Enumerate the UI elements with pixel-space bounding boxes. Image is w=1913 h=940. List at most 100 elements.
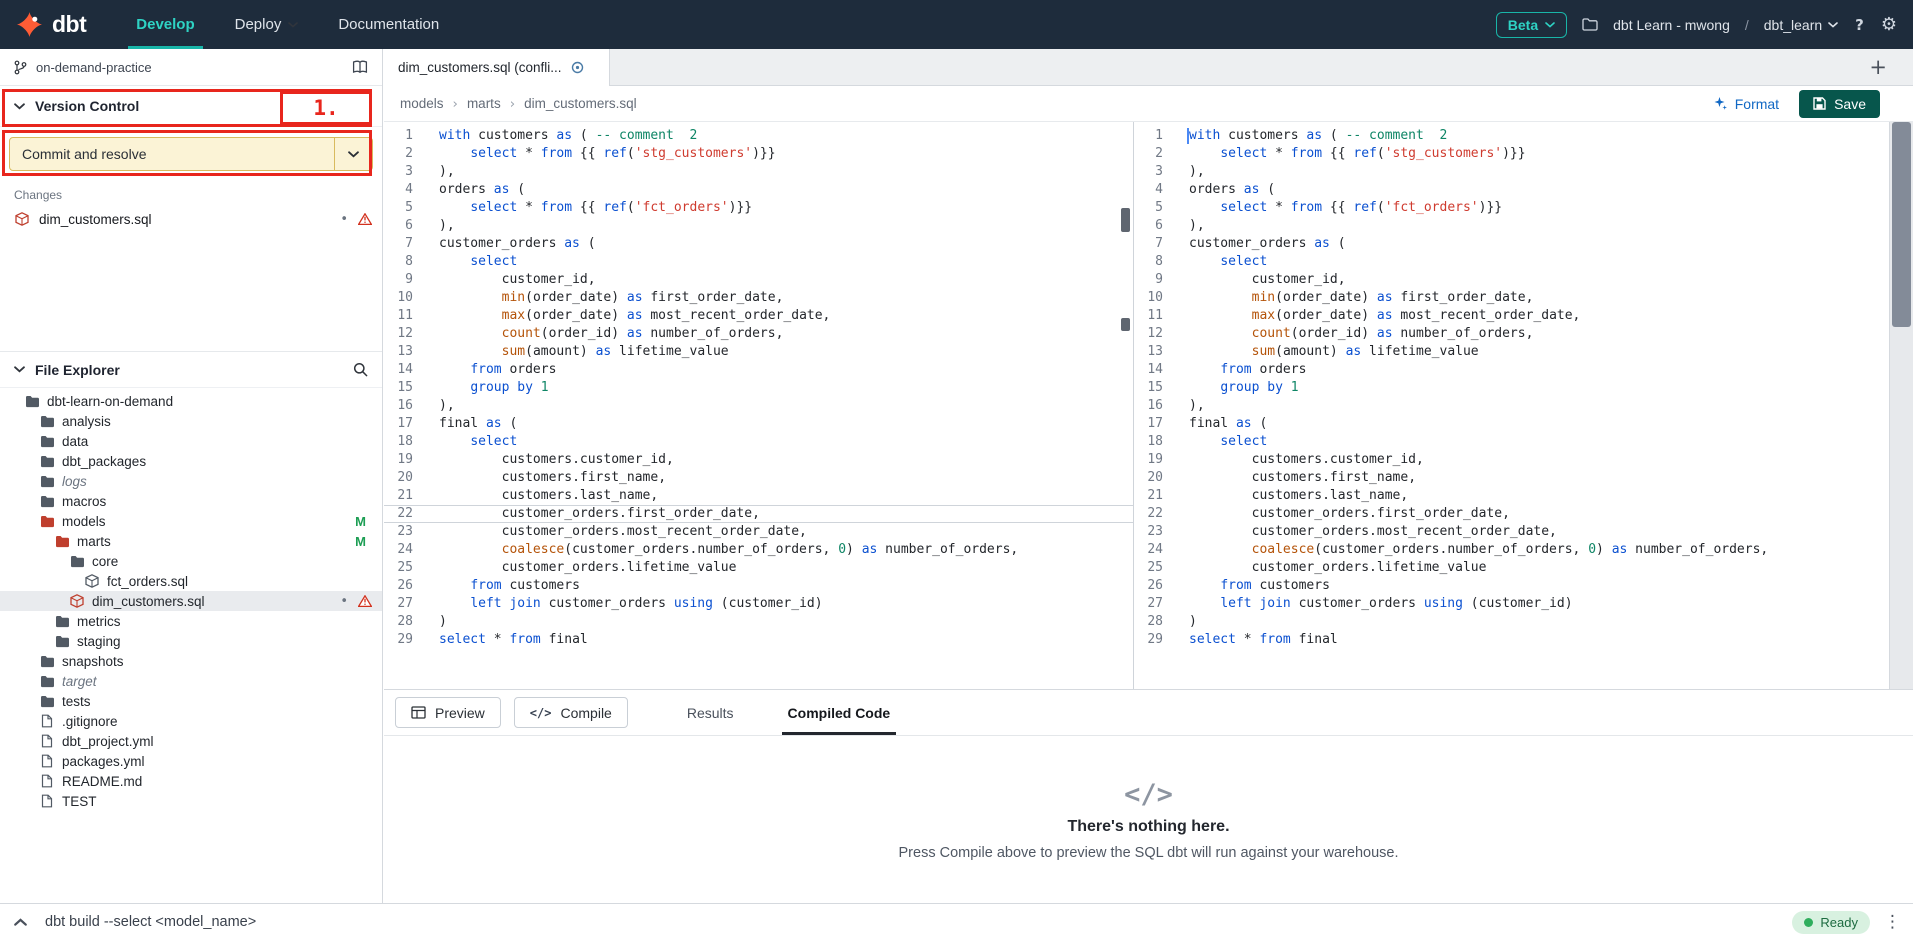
code-line[interactable]: 15 group by 1 — [384, 379, 1133, 397]
code-line[interactable]: 5 select * from {{ ref('fct_orders')}} — [384, 199, 1133, 217]
nav-item-develop[interactable]: Develop — [132, 0, 198, 49]
code-line[interactable]: 4orders as ( — [1134, 181, 1913, 199]
tree-item-TEST[interactable]: TEST — [0, 791, 382, 811]
chevron-up-icon[interactable] — [14, 918, 27, 926]
code-line[interactable]: 6), — [1134, 217, 1913, 235]
code-line[interactable]: 27 left join customer_orders using (cust… — [384, 595, 1133, 613]
code-line[interactable]: 17final as ( — [384, 415, 1133, 433]
tree-item-.gitignore[interactable]: .gitignore — [0, 711, 382, 731]
editor-pane-right[interactable]: 1with customers as ( -- comment 22 selec… — [1134, 122, 1913, 689]
code-line[interactable]: 29select * from final — [384, 631, 1133, 649]
code-line[interactable]: 26 from customers — [384, 577, 1133, 595]
account-name[interactable]: dbt Learn - mwong — [1613, 17, 1730, 33]
code-line[interactable]: 9 customer_id, — [384, 271, 1133, 289]
tree-item-staging[interactable]: staging — [0, 631, 382, 651]
code-line[interactable]: 21 customers.last_name, — [1134, 487, 1913, 505]
code-line[interactable]: 22 customer_orders.first_order_date, — [384, 505, 1133, 523]
code-line[interactable]: 17final as ( — [1134, 415, 1913, 433]
branch-row[interactable]: on-demand-practice — [0, 49, 382, 86]
code-line[interactable]: 26 from customers — [1134, 577, 1913, 595]
code-line[interactable]: 2 select * from {{ ref('stg_customers')}… — [1134, 145, 1913, 163]
tree-item-analysis[interactable]: analysis — [0, 411, 382, 431]
code-line[interactable]: 9 customer_id, — [1134, 271, 1913, 289]
project-selector[interactable]: dbt_learn — [1764, 17, 1838, 33]
conflict-indicator-icon[interactable] — [571, 61, 584, 74]
editor-scrollbar[interactable] — [1889, 122, 1913, 689]
dbt-logo-group[interactable]: dbt — [16, 11, 86, 38]
tree-item-snapshots[interactable]: snapshots — [0, 651, 382, 671]
code-line[interactable]: 18 select — [1134, 433, 1913, 451]
code-line[interactable]: 13 sum(amount) as lifetime_value — [1134, 343, 1913, 361]
code-line[interactable]: 19 customers.customer_id, — [384, 451, 1133, 469]
code-line[interactable]: 3), — [1134, 163, 1913, 181]
overflow-menu-icon[interactable]: ⋮ — [1884, 912, 1901, 932]
nav-item-documentation[interactable]: Documentation — [334, 0, 443, 49]
code-line[interactable]: 7customer_orders as ( — [1134, 235, 1913, 253]
code-line[interactable]: 21 customers.last_name, — [384, 487, 1133, 505]
code-line[interactable]: 23 customer_orders.most_recent_order_dat… — [1134, 523, 1913, 541]
new-tab-button[interactable]: + — [1869, 57, 1887, 78]
code-line[interactable]: 20 customers.first_name, — [1134, 469, 1913, 487]
code-line[interactable]: 25 customer_orders.lifetime_value — [1134, 559, 1913, 577]
file-explorer-header[interactable]: File Explorer — [0, 351, 382, 388]
code-line[interactable]: 4orders as ( — [384, 181, 1133, 199]
editor-scrollbar-thumb[interactable] — [1892, 122, 1911, 327]
tree-item-metrics[interactable]: metrics — [0, 611, 382, 631]
code-line[interactable]: 27 left join customer_orders using (cust… — [1134, 595, 1913, 613]
commit-and-resolve-button[interactable]: Commit and resolve — [9, 137, 373, 171]
tree-item-models[interactable]: modelsM — [0, 511, 382, 531]
beta-toggle[interactable]: Beta — [1496, 12, 1567, 38]
code-line[interactable]: 13 sum(amount) as lifetime_value — [384, 343, 1133, 361]
editor-pane-left[interactable]: 1with customers as ( -- comment 22 selec… — [384, 122, 1134, 689]
commit-options-chevron[interactable] — [334, 138, 372, 170]
tree-item-README.md[interactable]: README.md — [0, 771, 382, 791]
changed-file-row[interactable]: dim_customers.sql• — [0, 207, 382, 231]
code-line[interactable]: 28) — [1134, 613, 1913, 631]
code-line[interactable]: 11 max(order_date) as most_recent_order_… — [384, 307, 1133, 325]
code-line[interactable]: 2 select * from {{ ref('stg_customers')}… — [384, 145, 1133, 163]
code-line[interactable]: 20 customers.first_name, — [384, 469, 1133, 487]
tree-item-core[interactable]: core — [0, 551, 382, 571]
version-control-header[interactable]: Version Control — [0, 86, 382, 127]
search-icon[interactable] — [353, 362, 368, 377]
code-line[interactable]: 10 min(order_date) as first_order_date, — [384, 289, 1133, 307]
nav-item-deploy[interactable]: Deploy — [231, 0, 303, 49]
code-line[interactable]: 3), — [384, 163, 1133, 181]
code-line[interactable]: 1with customers as ( -- comment 2 — [1134, 127, 1913, 145]
tree-item-dbt_project.yml[interactable]: dbt_project.yml — [0, 731, 382, 751]
code-line[interactable]: 7customer_orders as ( — [384, 235, 1133, 253]
breadcrumb-item-dim_customers.sql[interactable]: dim_customers.sql — [524, 96, 637, 111]
pane-scrollbar-thumb[interactable] — [1121, 208, 1130, 232]
docs-book-icon[interactable] — [352, 60, 368, 74]
code-line[interactable]: 11 max(order_date) as most_recent_order_… — [1134, 307, 1913, 325]
code-line[interactable]: 14 from orders — [1134, 361, 1913, 379]
tree-item-packages.yml[interactable]: packages.yml — [0, 751, 382, 771]
tab-results[interactable]: Results — [681, 690, 740, 735]
code-line[interactable]: 22 customer_orders.first_order_date, — [1134, 505, 1913, 523]
compile-button[interactable]: </> Compile — [514, 697, 628, 728]
preview-button[interactable]: Preview — [395, 697, 501, 728]
tree-item-dbt_packages[interactable]: dbt_packages — [0, 451, 382, 471]
breadcrumb-item-marts[interactable]: marts — [467, 96, 501, 111]
tree-item-tests[interactable]: tests — [0, 691, 382, 711]
tree-item-dbt-learn-on-demand[interactable]: dbt-learn-on-demand — [0, 391, 382, 411]
tab-compiled-code[interactable]: Compiled Code — [782, 690, 897, 735]
code-line[interactable]: 16), — [384, 397, 1133, 415]
settings-gear-icon[interactable]: ⚙ — [1881, 14, 1897, 35]
code-line[interactable]: 14 from orders — [384, 361, 1133, 379]
code-line[interactable]: 15 group by 1 — [1134, 379, 1913, 397]
code-line[interactable]: 18 select — [384, 433, 1133, 451]
breadcrumb-item-models[interactable]: models — [400, 96, 444, 111]
code-line[interactable]: 8 select — [1134, 253, 1913, 271]
tree-item-logs[interactable]: logs — [0, 471, 382, 491]
save-button[interactable]: Save — [1799, 90, 1880, 118]
editor-tab-dim-customers[interactable]: dim_customers.sql (confli... — [384, 49, 610, 85]
code-line[interactable]: 6), — [384, 217, 1133, 235]
tree-item-data[interactable]: data — [0, 431, 382, 451]
tree-item-target[interactable]: target — [0, 671, 382, 691]
code-line[interactable]: 24 coalesce(customer_orders.number_of_or… — [384, 541, 1133, 559]
tree-item-marts[interactable]: martsM — [0, 531, 382, 551]
tree-item-dim_customers.sql[interactable]: dim_customers.sql• — [0, 591, 382, 611]
command-input[interactable]: dbt build --select <model_name> — [45, 914, 1792, 930]
tree-item-fct_orders.sql[interactable]: fct_orders.sql — [0, 571, 382, 591]
